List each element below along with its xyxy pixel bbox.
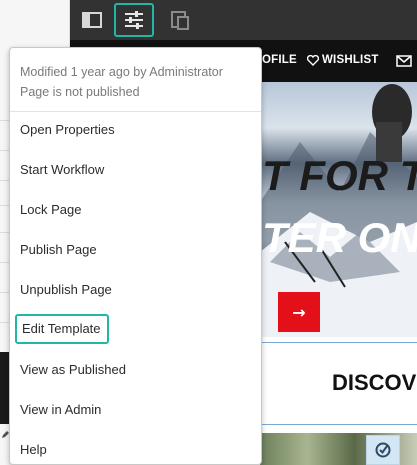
page-information-menu: Modified 1 year ago by Administrator Pag… xyxy=(9,47,262,465)
emulator-icon xyxy=(171,11,189,30)
help-item[interactable]: Help xyxy=(20,442,47,458)
section-heading: DISCOV xyxy=(332,370,417,395)
start-workflow-item[interactable]: Start Workflow xyxy=(20,162,104,178)
page-properties-icon xyxy=(125,11,143,29)
arrow-right-icon: → xyxy=(292,302,306,322)
open-properties-item[interactable]: Open Properties xyxy=(20,122,115,138)
page-information-button[interactable] xyxy=(114,3,154,37)
view-as-published-item[interactable]: View as Published xyxy=(20,362,126,378)
hero-headline-line1: T FOR T xyxy=(262,152,417,199)
component-outline xyxy=(260,342,417,343)
hero-headline-line2: TER ON xyxy=(262,214,417,261)
modified-info: Modified 1 year ago by Administrator xyxy=(20,65,223,79)
component-outline xyxy=(260,424,417,425)
hero-arrow-button[interactable]: → xyxy=(278,292,320,332)
heart-icon xyxy=(307,55,319,66)
view-in-admin-item[interactable]: View in Admin xyxy=(20,402,101,418)
publish-status: Page is not published xyxy=(20,85,140,99)
side-panel-icon xyxy=(82,12,102,28)
refresh-check-icon xyxy=(375,442,391,458)
edit-template-item[interactable]: Edit Template xyxy=(15,314,109,344)
side-panel-toggle-button[interactable] xyxy=(72,3,112,37)
page-metadata: Modified 1 year ago by Administrator Pag… xyxy=(20,62,223,102)
component-status-badge[interactable] xyxy=(366,435,400,465)
unpublish-page-item[interactable]: Unpublish Page xyxy=(20,282,112,298)
menu-divider xyxy=(10,111,261,112)
nav-wishlist-link[interactable]: WISHLIST xyxy=(322,54,379,66)
emulator-button[interactable] xyxy=(160,3,200,37)
nav-profile-link[interactable]: OFILE xyxy=(262,54,297,66)
mail-icon[interactable] xyxy=(396,55,412,67)
publish-page-item[interactable]: Publish Page xyxy=(20,242,97,258)
editor-toolbar xyxy=(70,0,417,40)
lock-page-item[interactable]: Lock Page xyxy=(20,202,81,218)
pencil-icon[interactable] xyxy=(1,431,9,439)
